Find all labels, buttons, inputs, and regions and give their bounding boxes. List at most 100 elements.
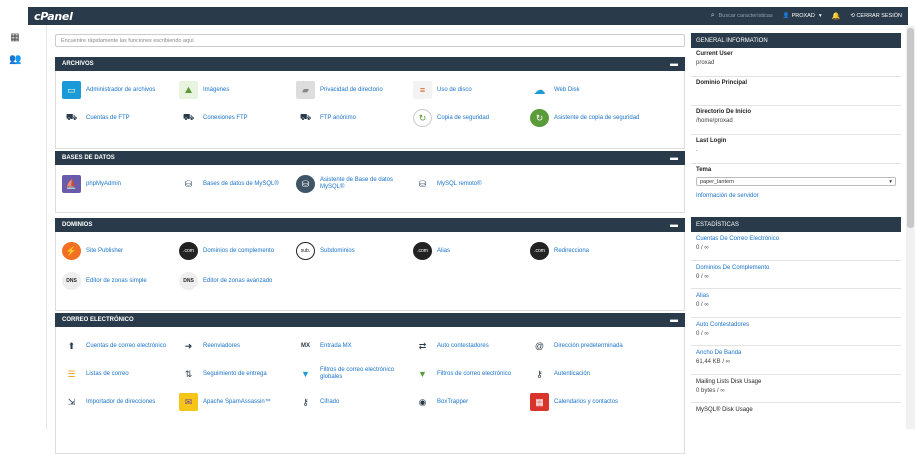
stat-label[interactable]: Dominios De Complemento — [696, 265, 896, 271]
home-dir-block: Directorio De Inicio /home/proxad — [691, 106, 901, 135]
address-importer-item[interactable]: ⇲ Importador de direcciones — [62, 393, 178, 411]
users-icon[interactable]: 👥 — [9, 55, 21, 65]
image-icon: ⛰ — [179, 81, 198, 99]
anonymous-ftp-item[interactable]: ⛟ FTP anónimo — [296, 109, 412, 127]
backup-wizard-item[interactable]: ↻ Asistente de copia de seguridad — [530, 109, 646, 127]
file-manager-item[interactable]: ▭ Administrador de archivos — [62, 81, 178, 99]
web-disk-item[interactable]: ☁ Web Disk — [530, 81, 646, 99]
images-item[interactable]: ⛰ Imágenes — [179, 81, 295, 99]
email-filters-item[interactable]: ▼ Filtros de correo electrónico — [413, 365, 529, 383]
folder-lock-icon: ▰ — [296, 81, 315, 99]
ftp-connections-icon: ⛟ — [179, 109, 198, 127]
mx-entry-item[interactable]: MX Entrada MX — [296, 337, 412, 355]
item-label: Uso de disco — [437, 86, 472, 93]
aliases-item[interactable]: .com Alias — [413, 242, 529, 260]
simple-zone-editor-item[interactable]: DNS Editor de zonas simple — [62, 272, 178, 290]
default-address-item[interactable]: @ Dirección predeterminada — [530, 337, 646, 355]
remote-mysql-item[interactable]: ⛁ MySQL remoto® — [413, 175, 529, 193]
last-login-block: Last Login . — [691, 135, 901, 164]
collapse-icon[interactable]: ▬ — [670, 221, 678, 229]
mailing-lists-item[interactable]: ☰ Listas de correo — [62, 365, 178, 383]
redirects-item[interactable]: .com Redirecciona — [530, 242, 646, 260]
phpmyadmin-item[interactable]: ⛵ phpMyAdmin — [62, 175, 178, 193]
spamassassin-item[interactable]: ✉ Apache SpamAssassin™ — [179, 393, 295, 411]
collapse-icon[interactable]: ▬ — [670, 154, 678, 162]
item-label: Administrador de archivos — [86, 86, 156, 93]
panel-header-bases[interactable]: BASES DE DATOS ▬ — [55, 151, 685, 165]
collapse-icon[interactable]: ▬ — [670, 316, 678, 324]
autoresponders-item[interactable]: ⇄ Auto contestadores — [413, 337, 529, 355]
authentication-item[interactable]: ⚷ Autenticación — [530, 365, 646, 383]
cpanel-logo[interactable]: cPanel — [34, 10, 73, 23]
panel-bases-de-datos: BASES DE DATOS ▬ ⛵ phpMyAdmin ⛁ Bases de da… — [55, 151, 685, 213]
stat-value: 0 / ∞ — [696, 273, 709, 280]
quick-search-input[interactable]: Encuentre rápidamente las funciones escr… — [55, 34, 685, 47]
stat-label[interactable]: Auto Contestadores — [696, 322, 896, 328]
panel-header-correo[interactable]: CORREO ELECTRÓNICO ▬ — [55, 313, 685, 327]
directory-privacy-item[interactable]: ▰ Privacidad de directorio — [296, 81, 412, 99]
item-label: Calendarios y contactos — [554, 398, 619, 405]
panel-header-archivos[interactable]: ARCHIVOS ▬ — [55, 57, 685, 71]
filter-icon: ▼ — [413, 365, 432, 383]
dns-icon: DNS — [62, 272, 81, 290]
stat-label[interactable]: Cuentas De Correo Electrónico — [696, 236, 896, 242]
grid-icon[interactable]: ▦ — [9, 33, 21, 43]
search-icon: ⌕ — [710, 12, 715, 19]
track-delivery-item[interactable]: ⇅ Seguimiento de entrega — [179, 365, 295, 383]
advanced-zone-editor-item[interactable]: DNS Editor de zonas avanzado — [179, 272, 295, 290]
encryption-item[interactable]: ⚷ Cifrado — [296, 393, 412, 411]
site-publisher-item[interactable]: ⚡ Site Publisher — [62, 242, 178, 260]
user-name: PROXAD — [791, 13, 815, 19]
addon-domains-item[interactable]: .com Dominios de complemento — [179, 242, 295, 260]
scrollbar[interactable] — [906, 26, 915, 429]
chevron-down-icon: ▾ — [818, 13, 822, 19]
backup-wizard-icon: ↻ — [530, 109, 549, 127]
forward-icon: ➜ — [179, 337, 198, 355]
calendars-contacts-item[interactable]: ▦ Calendarios y contactos — [530, 393, 646, 411]
current-user-label: Current User — [696, 51, 733, 57]
stat-label[interactable]: Alias — [696, 293, 896, 299]
item-label: Dominios de complemento — [203, 247, 275, 254]
item-label: Listas de correo — [86, 370, 129, 377]
forwarders-item[interactable]: ➜ Reenviadores — [179, 337, 295, 355]
item-label: Editor de zonas simple — [86, 277, 147, 284]
backup-item[interactable]: ↻ Copia de seguridad — [413, 109, 529, 127]
collapse-icon[interactable]: ▬ — [670, 60, 678, 68]
ftp-accounts-item[interactable]: ⛟ Cuentas de FTP — [62, 109, 178, 127]
logout-button[interactable]: ⟲ CERRAR SESIÓN — [850, 13, 902, 19]
addon-domain-icon: .com — [179, 242, 198, 260]
feature-search-placeholder: Buscar características — [718, 13, 773, 19]
top-right-controls: ⌕ Buscar características 👤 PROXAD ▾ 🔔 ⟲ … — [711, 7, 908, 25]
theme-select[interactable]: paper_lantern ▾ — [696, 177, 896, 186]
item-label: MySQL remoto® — [437, 180, 482, 187]
disk-usage-item[interactable]: ≡ Uso de disco — [413, 81, 529, 99]
mx-icon: MX — [296, 337, 315, 355]
remote-database-icon: ⛁ — [413, 175, 432, 193]
ftp-connections-item[interactable]: ⛟ Conexiones FTP — [179, 109, 295, 127]
item-label: Web Disk — [554, 86, 580, 93]
item-label: Subdominios — [320, 247, 355, 254]
panel-title: BASES DE DATOS — [62, 155, 115, 161]
subdomains-item[interactable]: sub. Subdominios — [296, 242, 412, 260]
home-dir-label: Directorio De Inicio — [696, 109, 752, 115]
boxtrapper-icon: ◉ — [413, 393, 432, 411]
mysql-wizard-item[interactable]: ⛁ Asistente de Base de datos MySQL® — [296, 175, 412, 193]
stat-value: 0 / ∞ — [696, 330, 709, 337]
mysql-databases-item[interactable]: ⛁ Bases de datos de MySQL® — [179, 175, 295, 193]
phpmyadmin-icon: ⛵ — [62, 175, 81, 193]
user-menu[interactable]: 👤 PROXAD ▾ — [783, 13, 822, 19]
item-label: Cifrado — [320, 398, 340, 405]
item-label: Dirección predeterminada — [554, 342, 623, 349]
general-info-header: GENERAL INFORMATION — [691, 33, 901, 48]
scrollbar-thumb[interactable] — [907, 28, 914, 228]
bell-icon[interactable]: 🔔 — [832, 12, 841, 20]
stat-row: Ancho De Banda 61,44 KB / ∞ — [691, 346, 901, 375]
boxtrapper-item[interactable]: ◉ BoxTrapper — [413, 393, 529, 411]
panel-header-dominios[interactable]: DOMINIOS ▬ — [55, 218, 685, 232]
server-info-link[interactable]: Información de servidor — [696, 193, 896, 199]
stat-label[interactable]: Ancho De Banda — [696, 350, 896, 356]
key-icon: ⚷ — [530, 365, 549, 383]
email-accounts-item[interactable]: ⬆ Cuentas de correo electrónico — [62, 337, 178, 355]
feature-search[interactable]: ⌕ Buscar características — [711, 12, 773, 20]
global-filters-item[interactable]: ▼ Filtros de correo electrónico globales — [296, 365, 412, 383]
